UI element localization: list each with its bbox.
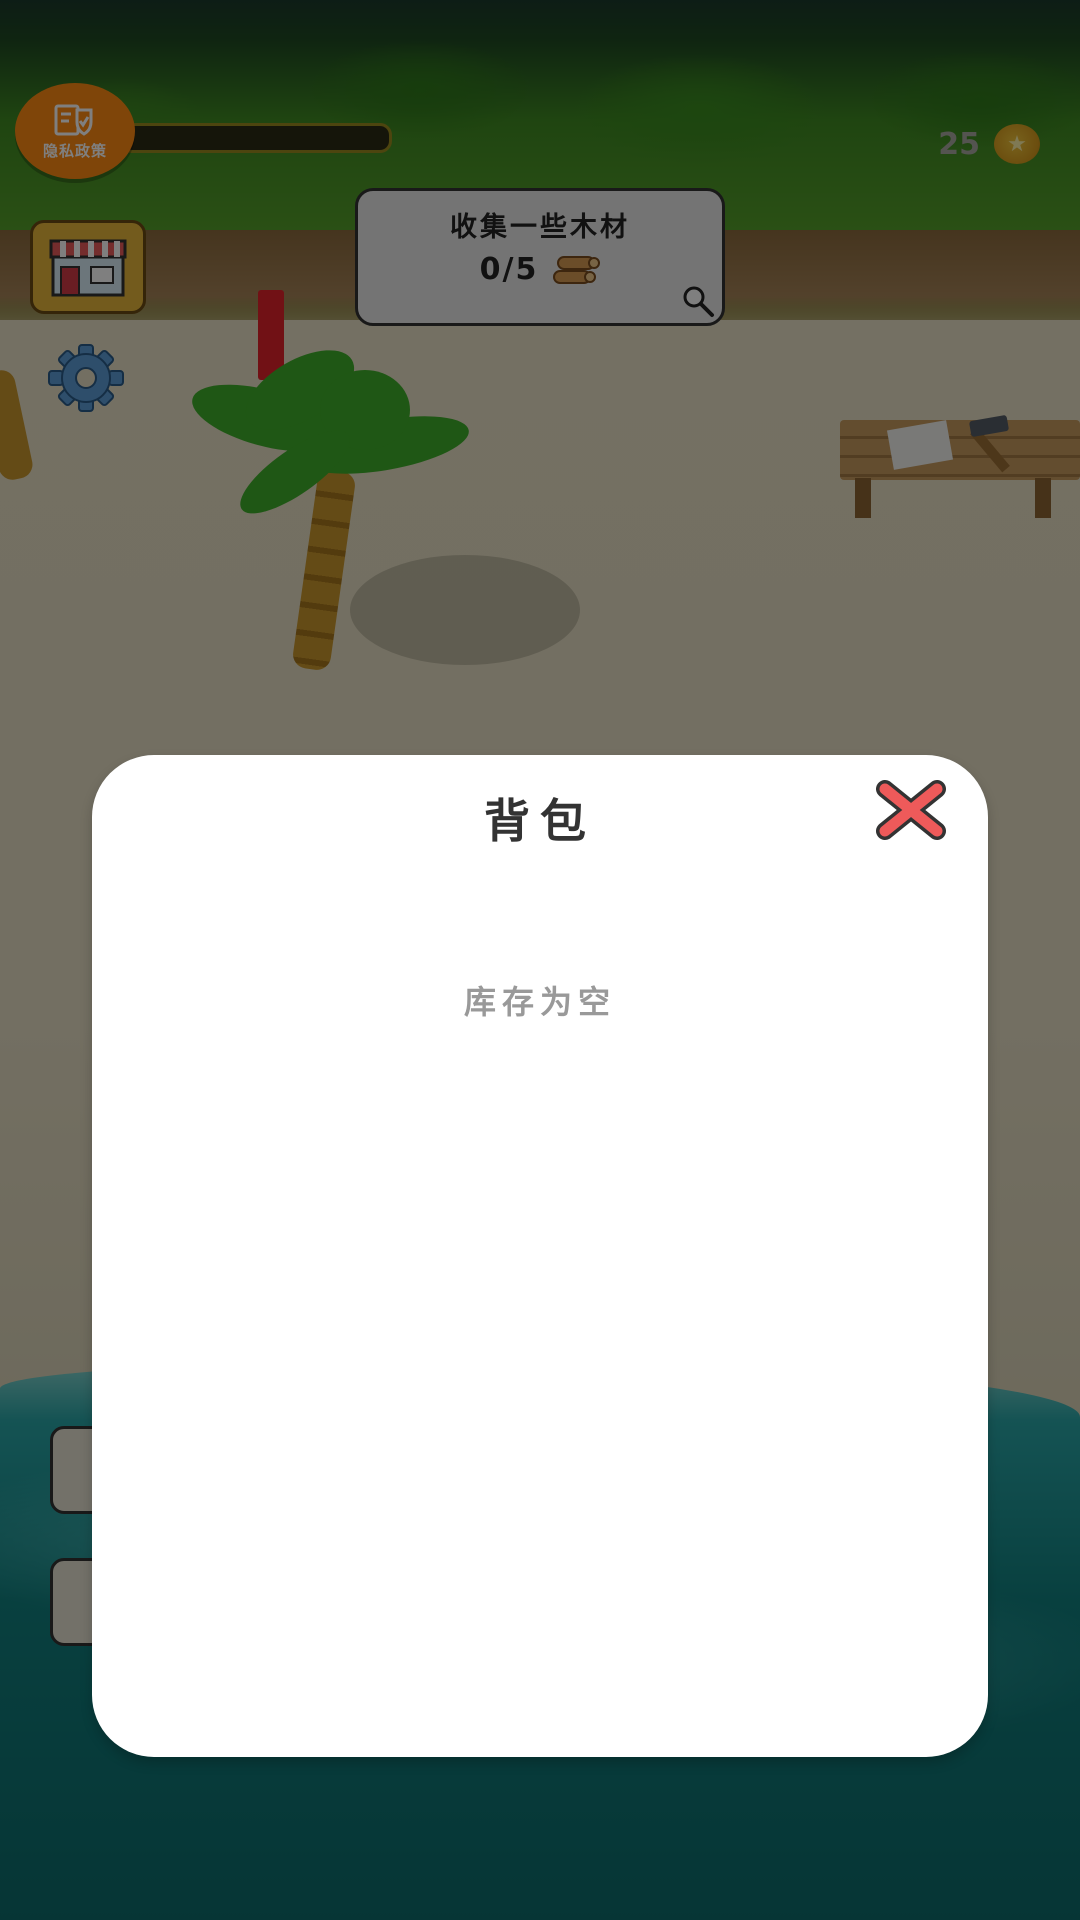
close-button[interactable] <box>872 777 950 843</box>
close-x-icon <box>876 780 946 840</box>
inventory-empty-message: 库存为空 <box>463 983 616 1021</box>
inventory-title: 背包 <box>484 794 596 848</box>
game-screen: 隐私政策 25 ★ <box>0 0 1080 1920</box>
inventory-modal: 背包 库存为空 <box>92 755 988 1757</box>
